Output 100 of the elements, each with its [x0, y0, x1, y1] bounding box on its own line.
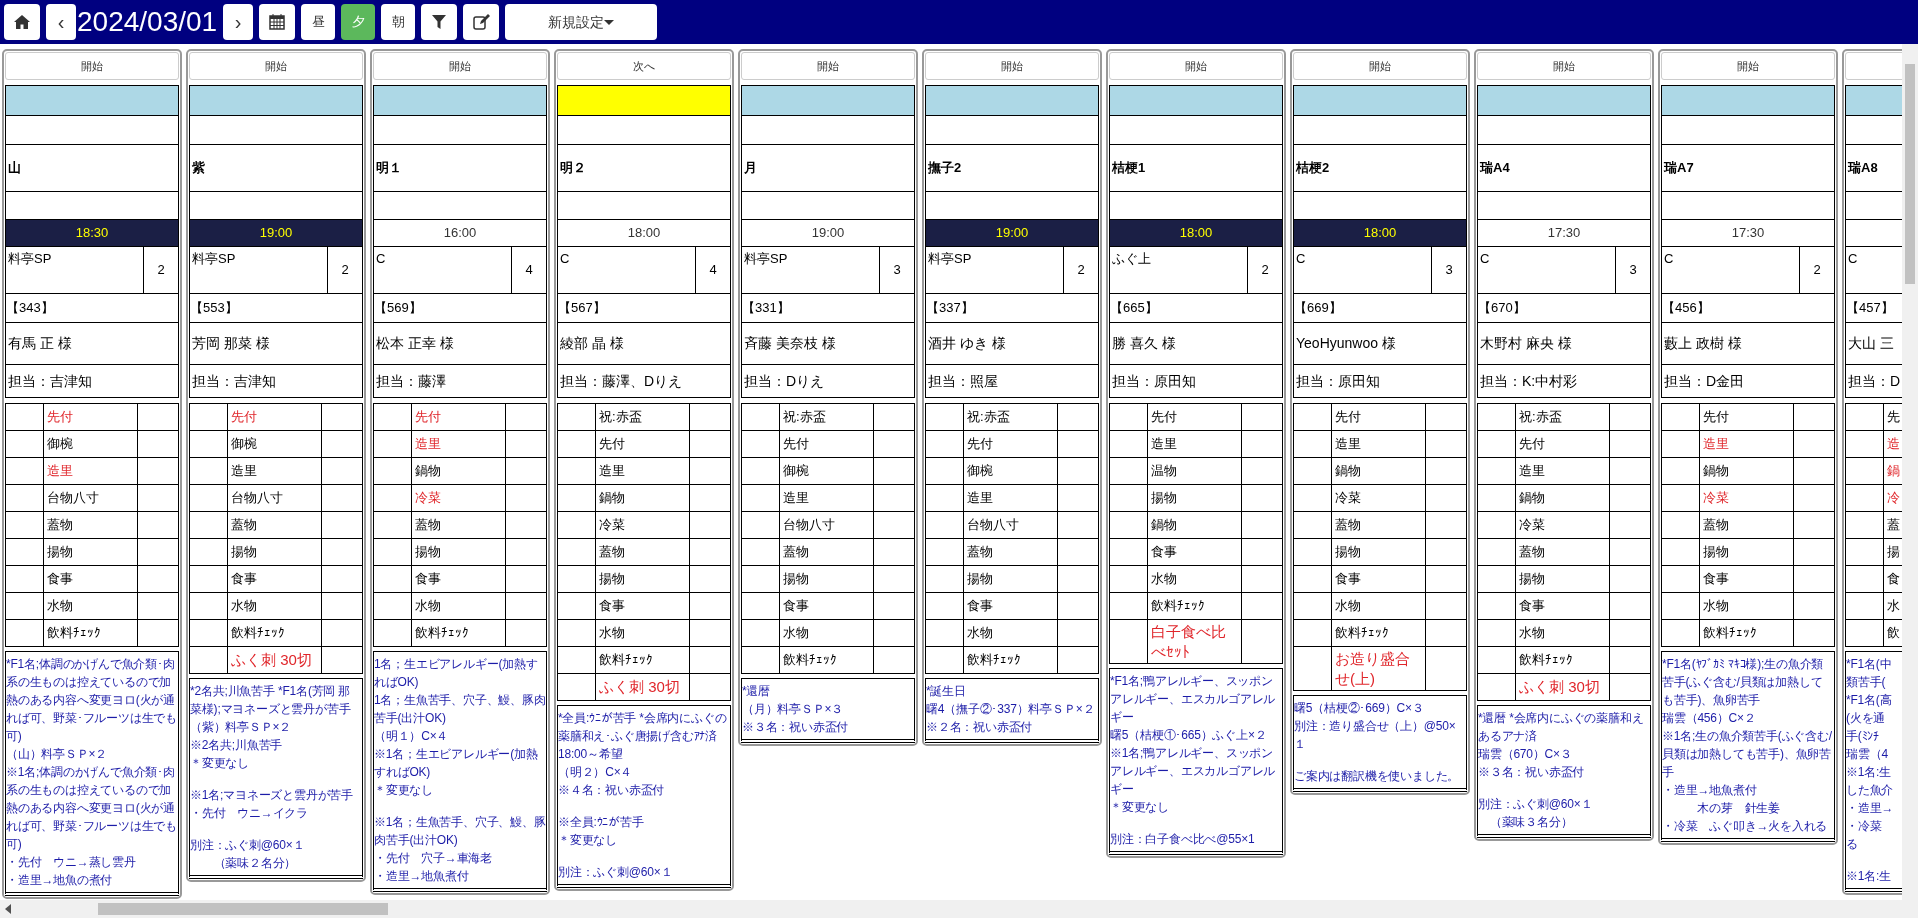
course-item: 水物 — [415, 597, 441, 616]
start-button[interactable]: 開始 — [189, 52, 363, 80]
course-item: 食事 — [783, 597, 809, 616]
filter-icon — [432, 15, 447, 29]
booking-number: 【457】 — [1846, 299, 1894, 318]
booking-number: 【569】 — [374, 299, 422, 318]
note-line: *全員:ｳﾆが苦手 *会席内にふぐの薬膳和え･ふぐ唐揚げ含むｱﾅ済 — [558, 710, 728, 745]
course-item: 造里 — [599, 462, 625, 481]
scrollbar-thumb[interactable] — [98, 903, 388, 915]
course-item: 水物 — [231, 597, 257, 616]
start-button[interactable]: 開始 — [1293, 52, 1467, 80]
note-line: ・造里→ — [1846, 800, 1895, 817]
note-line: ・造里→地魚の煮付 — [6, 872, 114, 889]
preset-dropdown[interactable]: 新規設定 — [505, 4, 658, 40]
staff-name: 担当：吉津知 — [8, 371, 92, 391]
start-button[interactable]: 開始 — [741, 52, 915, 80]
start-button[interactable]: 開始 — [1109, 52, 1283, 80]
note-line: *F1名(ﾔﾌﾞｶﾐ ﾏｷｺ様);生の魚介類苦手(ふぐ含む/貝類は加熱しても苦手)、魚卵苦手 — [1662, 656, 1825, 709]
filter-button[interactable] — [421, 4, 458, 40]
course-item: 造里 — [783, 489, 809, 508]
start-button[interactable]: 開始 — [5, 52, 179, 80]
scrollbar-thumb[interactable] — [1905, 64, 1915, 284]
extra-order: ふく刺 30切 — [231, 650, 312, 670]
next-day-button[interactable]: › — [223, 4, 254, 40]
shift-tab[interactable]: 昼 — [301, 4, 336, 40]
course-name: C — [1848, 251, 1858, 266]
course-item: 揚物 — [47, 543, 73, 562]
start-button[interactable]: 次へ — [557, 52, 731, 80]
course-item: 祝:赤盃 — [1519, 408, 1562, 427]
note-line: （月）料亭ＳＰ×３ — [742, 701, 845, 718]
date-label: 2024/03/01 — [77, 8, 218, 36]
booking-number: 【669】 — [1294, 299, 1342, 318]
course-name: ふぐ上 — [1112, 251, 1151, 266]
horizontal-scrollbar[interactable] — [0, 900, 1918, 918]
note-line: *誕生日 — [926, 683, 967, 700]
guest-name: 松本 正幸 様 — [376, 334, 454, 353]
note-line: 手(ﾐﾝﾁ — [1846, 728, 1880, 745]
course-item: 鍋 — [1887, 462, 1900, 481]
previous-day-button[interactable]: ‹ — [46, 4, 76, 40]
room-name: 瑞A8 — [1848, 159, 1878, 178]
staff-name: 担当：原田知 — [1112, 371, 1196, 391]
note-line: ※２名：祝い赤盃付 — [926, 719, 1034, 736]
course-item: 造里 — [231, 462, 257, 481]
course-item: 飲料ﾁｪｯｸ — [415, 624, 469, 643]
course-item: 水物 — [47, 597, 73, 616]
note-line: *F1名(高 — [1846, 692, 1893, 709]
start-button[interactable]: 開始 — [373, 52, 547, 80]
vertical-scrollbar[interactable] — [1902, 44, 1918, 900]
course-item: 食事 — [47, 570, 73, 589]
course-item: 御椀 — [783, 462, 809, 481]
course-item: 揚 — [1887, 543, 1900, 562]
start-button[interactable]: 開始 — [1477, 52, 1651, 80]
course-item: 蓋物 — [415, 516, 441, 535]
note-line: （紫）料亭ＳＰ×２ — [190, 719, 293, 736]
course-item: 食事 — [1519, 597, 1545, 616]
note-line: 別注：造り盛合せ（上）@50×１ — [1294, 718, 1457, 753]
room-name: 桔梗2 — [1296, 159, 1330, 178]
course-item: 先付 — [1151, 408, 1177, 427]
scroll-left-icon[interactable] — [4, 904, 12, 914]
edit-button[interactable] — [463, 4, 500, 40]
note-line: *2名共;川魚苦手 *F1名(芳岡 那菜様);マヨネーズと雲丹が苦手 — [190, 683, 352, 718]
course-item: 先付 — [599, 435, 625, 454]
note-line: ※1名;鴨アレルギー、スッポンアレルギー、エスカルゴアレルギー — [1110, 745, 1277, 798]
shift-tab[interactable]: 朝 — [381, 4, 416, 40]
course-item: 蓋物 — [1703, 516, 1729, 535]
course-item: 飲料ﾁｪｯｸ — [1519, 651, 1573, 670]
note-line: ※1名；生魚苦手、穴子、鰻、豚肉苦手(出汁OK) — [374, 814, 546, 849]
course-item: 飲料ﾁｪｯｸ — [783, 651, 837, 670]
course-item: 食 — [1887, 570, 1900, 589]
note-line: *F1名;鴨アレルギー、スッポンアレルギー、エスカルゴアレルギー — [1110, 673, 1277, 726]
guest-name: 芳岡 那菜 様 — [192, 334, 270, 353]
course-item: 造里 — [1151, 435, 1177, 454]
extra-order: お造り盛合せ(上) — [1335, 649, 1411, 688]
calendar-button[interactable] — [259, 4, 296, 40]
course-item: 先付 — [231, 408, 257, 427]
course-item: 造里 — [415, 435, 441, 454]
note-line: 瑞雲（4 — [1846, 746, 1889, 763]
course-item: 温物 — [1151, 462, 1177, 481]
note-line: ・先付 ウニ→イクラ — [190, 805, 309, 822]
start-button[interactable]: 開始 — [925, 52, 1099, 80]
guest-count: 2 — [157, 261, 165, 280]
note-line: *還暦 *会席内にふぐの薬膳和えあるアナ済 — [1478, 710, 1645, 745]
note-line: ご案内は翻訳機を使いました。 — [1294, 768, 1461, 785]
note-line: 別注：ふぐ刺@60×１ — [190, 837, 306, 854]
course-name: 料亭SP — [928, 251, 972, 266]
course-item: 冷菜 — [415, 489, 441, 508]
note-line: ＊変更なし — [374, 782, 434, 799]
note-line: (火を通 — [1846, 710, 1887, 727]
room-name: 山 — [8, 159, 21, 178]
note-line: ※1名:生 — [1846, 868, 1892, 885]
time-cell: 18:00 — [1294, 220, 1466, 247]
room-name: 明１ — [376, 159, 402, 178]
start-button[interactable]: 開始 — [1661, 52, 1835, 80]
room-name: 撫子2 — [928, 159, 962, 178]
course-item: 水物 — [783, 624, 809, 643]
note-line: ・先付 穴子→車海老 — [374, 850, 493, 867]
note-line: （薬味２名分） — [212, 855, 298, 872]
home-button[interactable] — [4, 4, 40, 40]
course-item: 御椀 — [231, 435, 257, 454]
course-item: 飲料ﾁｪｯｸ — [231, 624, 285, 643]
